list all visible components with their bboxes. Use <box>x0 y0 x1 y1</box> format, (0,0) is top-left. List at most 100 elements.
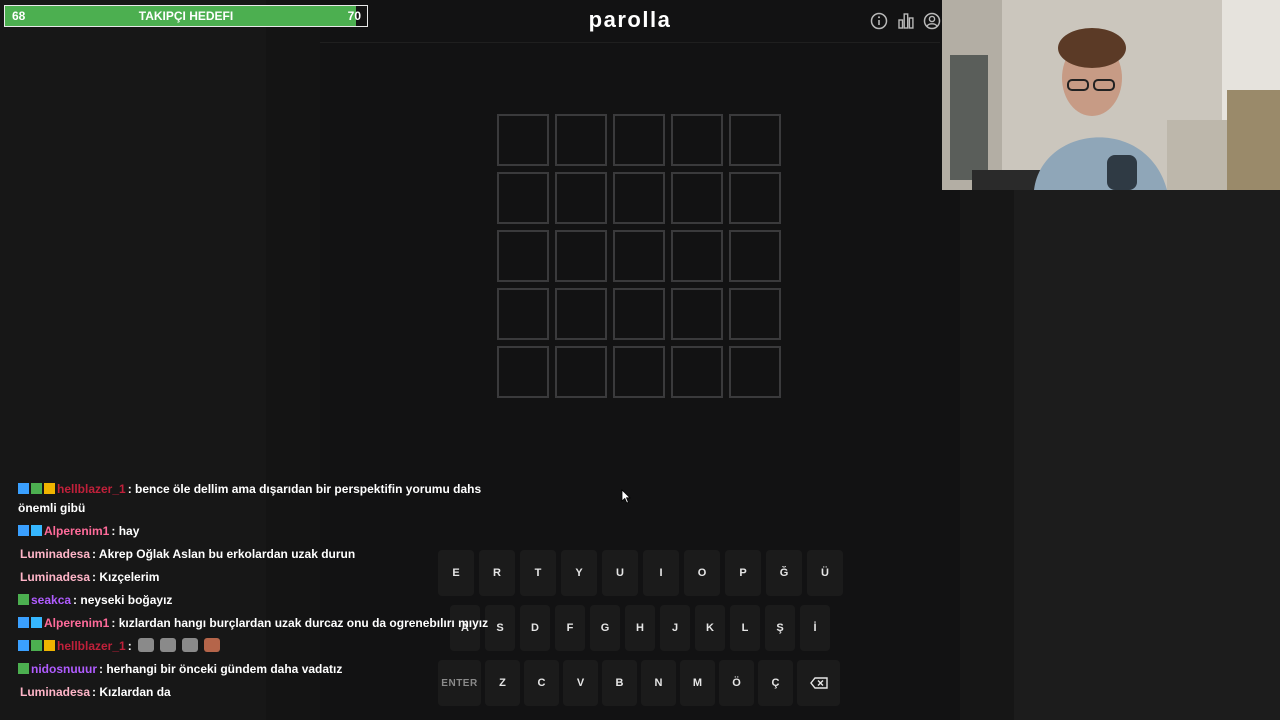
grid-row <box>497 346 781 398</box>
chat-message: hellblazer_1: <box>18 637 226 656</box>
letter-tile <box>613 346 665 398</box>
chat-message: Luminadesa: Kızlardan da <box>20 683 171 702</box>
stream-right-panel <box>1014 190 1280 720</box>
chat-message: nidosnuuur: herhangi bir önceki gündem d… <box>18 660 342 679</box>
letter-tile <box>671 230 723 282</box>
key[interactable]: F <box>555 605 585 651</box>
letter-tile <box>613 230 665 282</box>
chat-emote-icon <box>181 638 198 652</box>
keyboard-row-3: ENTER Z C V B N M Ö Ç <box>438 660 840 706</box>
chat-text: : herhangi bir önceki gündem daha vadatı… <box>99 662 343 676</box>
key[interactable]: N <box>641 660 676 706</box>
key[interactable]: L <box>730 605 760 651</box>
app-logo[interactable]: parolla <box>320 7 940 33</box>
chat-username[interactable]: seakca <box>31 593 71 607</box>
backspace-key[interactable] <box>797 660 840 706</box>
chat-badge-icon <box>44 640 55 651</box>
chat-username[interactable]: Luminadesa <box>20 547 90 561</box>
backspace-icon <box>809 677 828 689</box>
letter-tile <box>671 346 723 398</box>
letter-tile <box>613 114 665 166</box>
stats-icon[interactable] <box>897 12 915 30</box>
letter-tile <box>729 346 781 398</box>
chat-username[interactable]: Alperenim1 <box>44 616 109 630</box>
key[interactable]: V <box>563 660 598 706</box>
info-icon[interactable] <box>870 12 888 30</box>
grid-row <box>497 230 781 282</box>
key[interactable]: Z <box>485 660 520 706</box>
chat-username[interactable]: Luminadesa <box>20 685 90 699</box>
key[interactable]: Ç <box>758 660 793 706</box>
letter-tile <box>555 172 607 224</box>
webcam-feed <box>942 0 1280 190</box>
stream-divider-right <box>960 190 1014 720</box>
game-header: parolla <box>320 0 941 43</box>
chat-text: : <box>127 639 132 653</box>
key[interactable]: T <box>520 550 556 596</box>
chat-text: : hay <box>111 524 140 538</box>
enter-key[interactable]: ENTER <box>438 660 481 706</box>
grid-row <box>497 114 781 166</box>
chat-badge-icon <box>31 483 42 494</box>
stream-divider <box>266 0 320 720</box>
chat-badge-icon <box>31 525 42 536</box>
chat-text: : Kızlardan da <box>92 685 171 699</box>
chat-message: hellblazer_1: bence öle dellim ama dışar… <box>18 480 481 499</box>
letter-tile <box>555 230 607 282</box>
key[interactable]: J <box>660 605 690 651</box>
key[interactable]: U <box>602 550 638 596</box>
chat-badge-icon <box>31 640 42 651</box>
key[interactable]: E <box>438 550 474 596</box>
key[interactable]: O <box>684 550 720 596</box>
chat-badge-icon <box>18 640 29 651</box>
chat-username[interactable]: Alperenim1 <box>44 524 109 538</box>
letter-tile <box>497 346 549 398</box>
letter-tile <box>497 288 549 340</box>
key[interactable]: G <box>590 605 620 651</box>
chat-username[interactable]: hellblazer_1 <box>57 482 126 496</box>
letter-tile <box>671 288 723 340</box>
chat-message: Alperenim1: hay <box>18 522 139 541</box>
key[interactable]: B <box>602 660 637 706</box>
chat-badge-icon <box>18 663 29 674</box>
chat-username[interactable]: hellblazer_1 <box>57 639 126 653</box>
stream-left-panel <box>0 0 266 720</box>
chat-message: Alperenim1: kızlardan hangı burçlardan u… <box>18 614 488 633</box>
letter-tile <box>729 114 781 166</box>
letter-tile <box>555 288 607 340</box>
key[interactable]: Ğ <box>766 550 802 596</box>
chat-badge-icon <box>18 525 29 536</box>
chat-username[interactable]: nidosnuuur <box>31 662 97 676</box>
key[interactable]: P <box>725 550 761 596</box>
profile-icon[interactable] <box>923 12 941 30</box>
key[interactable]: R <box>479 550 515 596</box>
chat-emote-icon <box>203 638 220 652</box>
chat-emote-icon <box>159 638 176 652</box>
chat-username[interactable]: Luminadesa <box>20 570 90 584</box>
key[interactable]: K <box>695 605 725 651</box>
letter-tile <box>555 114 607 166</box>
key[interactable]: H <box>625 605 655 651</box>
chat-badge-icon <box>18 594 29 605</box>
key[interactable]: M <box>680 660 715 706</box>
key[interactable]: D <box>520 605 550 651</box>
chat-badge-icon <box>18 483 29 494</box>
chat-badge-icon <box>18 617 29 628</box>
chat-emote-icon <box>137 638 154 652</box>
key[interactable]: Ş <box>765 605 795 651</box>
key[interactable]: Ö <box>719 660 754 706</box>
chat-message-continuation: önemli gibü <box>18 501 86 515</box>
key[interactable]: Y <box>561 550 597 596</box>
letter-tile <box>497 172 549 224</box>
key[interactable]: Ü <box>807 550 843 596</box>
key[interactable]: I <box>643 550 679 596</box>
letter-tile <box>613 288 665 340</box>
chat-message: Luminadesa: Akrep Oğlak Aslan bu erkolar… <box>20 545 355 564</box>
letter-tile <box>671 172 723 224</box>
key[interactable]: S <box>485 605 515 651</box>
key[interactable]: İ <box>800 605 830 651</box>
letter-tile <box>671 114 723 166</box>
chat-text: : Kızçelerim <box>92 570 160 584</box>
key[interactable]: C <box>524 660 559 706</box>
grid-row <box>497 172 781 224</box>
